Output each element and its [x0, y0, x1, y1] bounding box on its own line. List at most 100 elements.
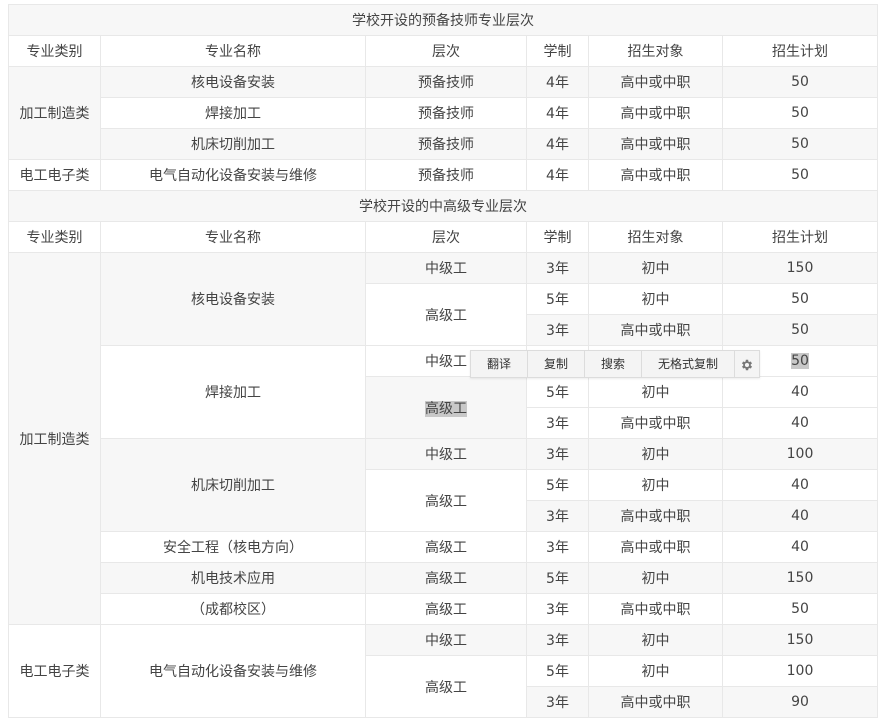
years-cell: 4年 [526, 66, 589, 98]
table-row: 电工电子类 电气自动化设备安装与维修 中级工 3年 初中 150 [8, 624, 878, 718]
years-cell: 3年 [526, 593, 589, 625]
name-cell: 机床切削加工 [100, 438, 366, 532]
selected-plan-text: 50 [791, 353, 809, 369]
plan-cell: 40 [722, 531, 878, 563]
years-cell: 4年 [526, 128, 589, 160]
section-title-row: 学校开设的中高级专业层次 [8, 190, 878, 222]
target-cell: 高中或中职 [588, 314, 723, 346]
header-row: 专业类别 专业名称 层次 学制 招生对象 招生计划 [8, 221, 878, 253]
level-cell: 中级工 [365, 252, 527, 284]
target-cell: 初中 [588, 624, 723, 656]
header-target: 招生对象 [588, 35, 723, 67]
table-row: 焊接加工 预备技师 4年 高中或中职 50 [9, 97, 878, 129]
plan-cell: 150 [722, 624, 878, 656]
name-cell: 核电设备安装 [100, 252, 366, 346]
target-cell: 初中 [588, 655, 723, 687]
header-level: 层次 [365, 35, 527, 67]
table-row: 加工制造类 核电设备安装 预备技师 4年 高中或中职 50 [8, 66, 878, 160]
target-cell: 高中或中职 [588, 128, 723, 160]
header-row: 专业类别 专业名称 层次 学制 招生对象 招生计划 [8, 35, 878, 67]
level-cell: 预备技师 [365, 159, 527, 191]
level-cell: 高级工 [365, 562, 527, 594]
level-cell: 高级工 [365, 655, 527, 718]
name-cell: （成都校区） [100, 593, 366, 625]
target-cell: 高中或中职 [588, 593, 723, 625]
header-plan: 招生计划 [722, 35, 878, 67]
years-cell: 3年 [526, 252, 589, 284]
category-cell: 加工制造类 [8, 252, 101, 625]
plan-cell: 50 [722, 97, 878, 129]
name-cell: 焊接加工 [100, 345, 366, 439]
level-cell: 高级工 [365, 283, 527, 346]
level-cell: 中级工 [365, 624, 527, 656]
header-years: 学制 [526, 221, 589, 253]
name-cell: 安全工程（核电方向） [100, 531, 366, 563]
plain-copy-button[interactable]: 无格式复制 [642, 351, 736, 377]
page: 学校开设的预备技师专业层次 专业类别 专业名称 层次 学制 招生对象 招生计划 … [0, 0, 883, 722]
plan-cell: 100 [722, 438, 878, 470]
plan-cell: 150 [722, 562, 878, 594]
table-row: （成都校区） 高级工 3年 高中或中职 50 [9, 593, 878, 625]
header-name: 专业名称 [100, 35, 366, 67]
table-row: 加工制造类 核电设备安装 中级工 3年 初中 150 [8, 252, 878, 625]
translate-button[interactable]: 翻译 [471, 351, 529, 377]
name-cell: 机电技术应用 [100, 562, 366, 594]
plan-cell: 50 [722, 593, 878, 625]
years-cell: 3年 [526, 500, 589, 532]
plan-cell: 50 [722, 314, 878, 346]
header-years: 学制 [526, 35, 589, 67]
name-cell: 核电设备安装 [100, 66, 366, 98]
level-cell: 预备技师 [365, 66, 527, 98]
target-cell: 高中或中职 [588, 686, 723, 718]
name-cell: 电气自动化设备安装与维修 [100, 624, 366, 718]
years-cell: 3年 [526, 531, 589, 563]
header-target: 招生对象 [588, 221, 723, 253]
plan-cell: 50 [722, 128, 878, 160]
plan-cell: 90 [722, 686, 878, 718]
plan-cell: 100 [722, 655, 878, 687]
name-cell: 焊接加工 [100, 97, 366, 129]
table-row: 电工电子类 电气自动化设备安装与维修 预备技师 4年 高中或中职 50 [8, 159, 878, 191]
level-cell: 高级工 [365, 376, 527, 439]
years-cell: 3年 [526, 314, 589, 346]
years-cell: 3年 [526, 624, 589, 656]
target-cell: 高中或中职 [588, 159, 723, 191]
plan-cell: 150 [722, 252, 878, 284]
selection-toolbar: 翻译 复制 搜索 无格式复制 [470, 350, 761, 378]
years-cell: 5年 [526, 469, 589, 501]
target-cell: 初中 [588, 562, 723, 594]
table-row: 机床切削加工 中级工 3年 初中 100 [9, 438, 878, 532]
level-cell: 高级工 [365, 531, 527, 563]
search-button[interactable]: 搜索 [585, 351, 643, 377]
level-cell: 中级工 [365, 438, 527, 470]
name-cell: 电气自动化设备安装与维修 [100, 159, 366, 191]
header-category: 专业类别 [8, 35, 101, 67]
header-category: 专业类别 [8, 221, 101, 253]
category-cell: 加工制造类 [8, 66, 101, 160]
header-name: 专业名称 [100, 221, 366, 253]
target-cell: 初中 [588, 376, 723, 408]
gear-icon [742, 359, 753, 370]
section-title: 学校开设的中高级专业层次 [8, 190, 878, 222]
years-cell: 5年 [526, 562, 589, 594]
level-cell: 高级工 [365, 469, 527, 532]
plan-cell: 50 [722, 66, 878, 98]
target-cell: 高中或中职 [588, 531, 723, 563]
plan-cell: 40 [722, 469, 878, 501]
years-cell: 5年 [526, 655, 589, 687]
target-cell: 初中 [588, 283, 723, 315]
plan-cell: 50 [722, 159, 878, 191]
plan-cell: 50 [722, 283, 878, 315]
target-cell: 高中或中职 [588, 66, 723, 98]
years-cell: 3年 [526, 407, 589, 439]
name-cell: 机床切削加工 [100, 128, 366, 160]
section-title-row: 学校开设的预备技师专业层次 [8, 4, 878, 36]
plan-cell: 40 [722, 500, 878, 532]
copy-button[interactable]: 复制 [528, 351, 586, 377]
years-cell: 5年 [526, 376, 589, 408]
table-row: 机电技术应用 高级工 5年 初中 150 [9, 562, 878, 594]
category-cell: 电工电子类 [8, 624, 101, 718]
settings-button[interactable] [735, 351, 760, 377]
years-cell: 5年 [526, 283, 589, 315]
section-title: 学校开设的预备技师专业层次 [8, 4, 878, 36]
